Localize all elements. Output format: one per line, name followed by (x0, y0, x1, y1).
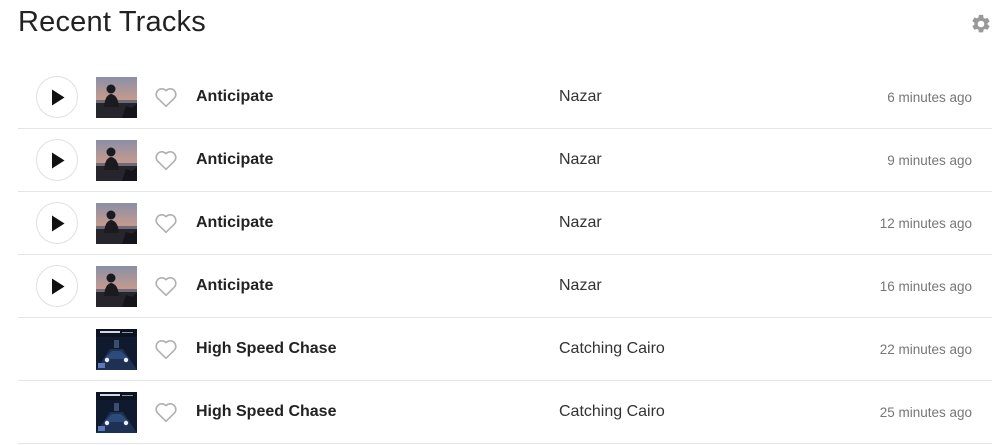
play-button[interactable] (36, 76, 78, 118)
timestamp: 22 minutes ago (879, 342, 972, 357)
play-button[interactable] (36, 265, 78, 307)
track-name[interactable]: Anticipate (196, 151, 273, 169)
track-row: High Speed Chase Catching Cairo 22 minut… (18, 318, 992, 381)
track-name[interactable]: High Speed Chase (196, 340, 336, 358)
track-row: High Speed Chase Catching Cairo 25 minut… (18, 381, 992, 444)
track-row: Anticipate Nazar 6 minutes ago (18, 66, 992, 129)
heart-icon[interactable] (154, 401, 178, 423)
play-icon (52, 89, 65, 106)
gear-icon[interactable] (970, 13, 992, 35)
artist-name[interactable]: Nazar (559, 151, 602, 169)
album-cover[interactable] (96, 329, 137, 370)
artist-name[interactable]: Nazar (559, 88, 602, 106)
heart-icon[interactable] (154, 86, 178, 108)
timestamp: 25 minutes ago (879, 405, 972, 420)
track-name[interactable]: Anticipate (196, 214, 273, 232)
album-cover[interactable] (96, 203, 137, 244)
timestamp: 16 minutes ago (879, 279, 972, 294)
timestamp: 12 minutes ago (879, 216, 972, 231)
artist-name[interactable]: Catching Cairo (559, 340, 665, 358)
play-button[interactable] (36, 202, 78, 244)
play-icon (52, 215, 65, 232)
track-row: Anticipate Nazar 9 minutes ago (18, 129, 992, 192)
play-icon (52, 152, 65, 169)
page-title: Recent Tracks (18, 6, 206, 38)
track-list: Anticipate Nazar 6 minutes ago Anticipat… (18, 66, 992, 444)
track-name[interactable]: Anticipate (196, 277, 273, 295)
track-row: Anticipate Nazar 16 minutes ago (18, 255, 992, 318)
timestamp: 9 minutes ago (887, 153, 972, 168)
album-cover[interactable] (96, 392, 137, 433)
recent-tracks-page: Recent Tracks Anticipate Nazar 6 minutes… (0, 0, 1000, 445)
album-cover[interactable] (96, 140, 137, 181)
heart-icon[interactable] (154, 212, 178, 234)
section-header: Recent Tracks (18, 0, 994, 60)
heart-icon[interactable] (154, 149, 178, 171)
heart-icon[interactable] (154, 338, 178, 360)
play-icon (52, 278, 65, 295)
track-name[interactable]: High Speed Chase (196, 403, 336, 421)
artist-name[interactable]: Catching Cairo (559, 403, 665, 421)
heart-icon[interactable] (154, 275, 178, 297)
artist-name[interactable]: Nazar (559, 214, 602, 232)
album-cover[interactable] (96, 266, 137, 307)
artist-name[interactable]: Nazar (559, 277, 602, 295)
play-button[interactable] (36, 139, 78, 181)
track-row: Anticipate Nazar 12 minutes ago (18, 192, 992, 255)
track-name[interactable]: Anticipate (196, 88, 273, 106)
timestamp: 6 minutes ago (887, 90, 972, 105)
album-cover[interactable] (96, 77, 137, 118)
